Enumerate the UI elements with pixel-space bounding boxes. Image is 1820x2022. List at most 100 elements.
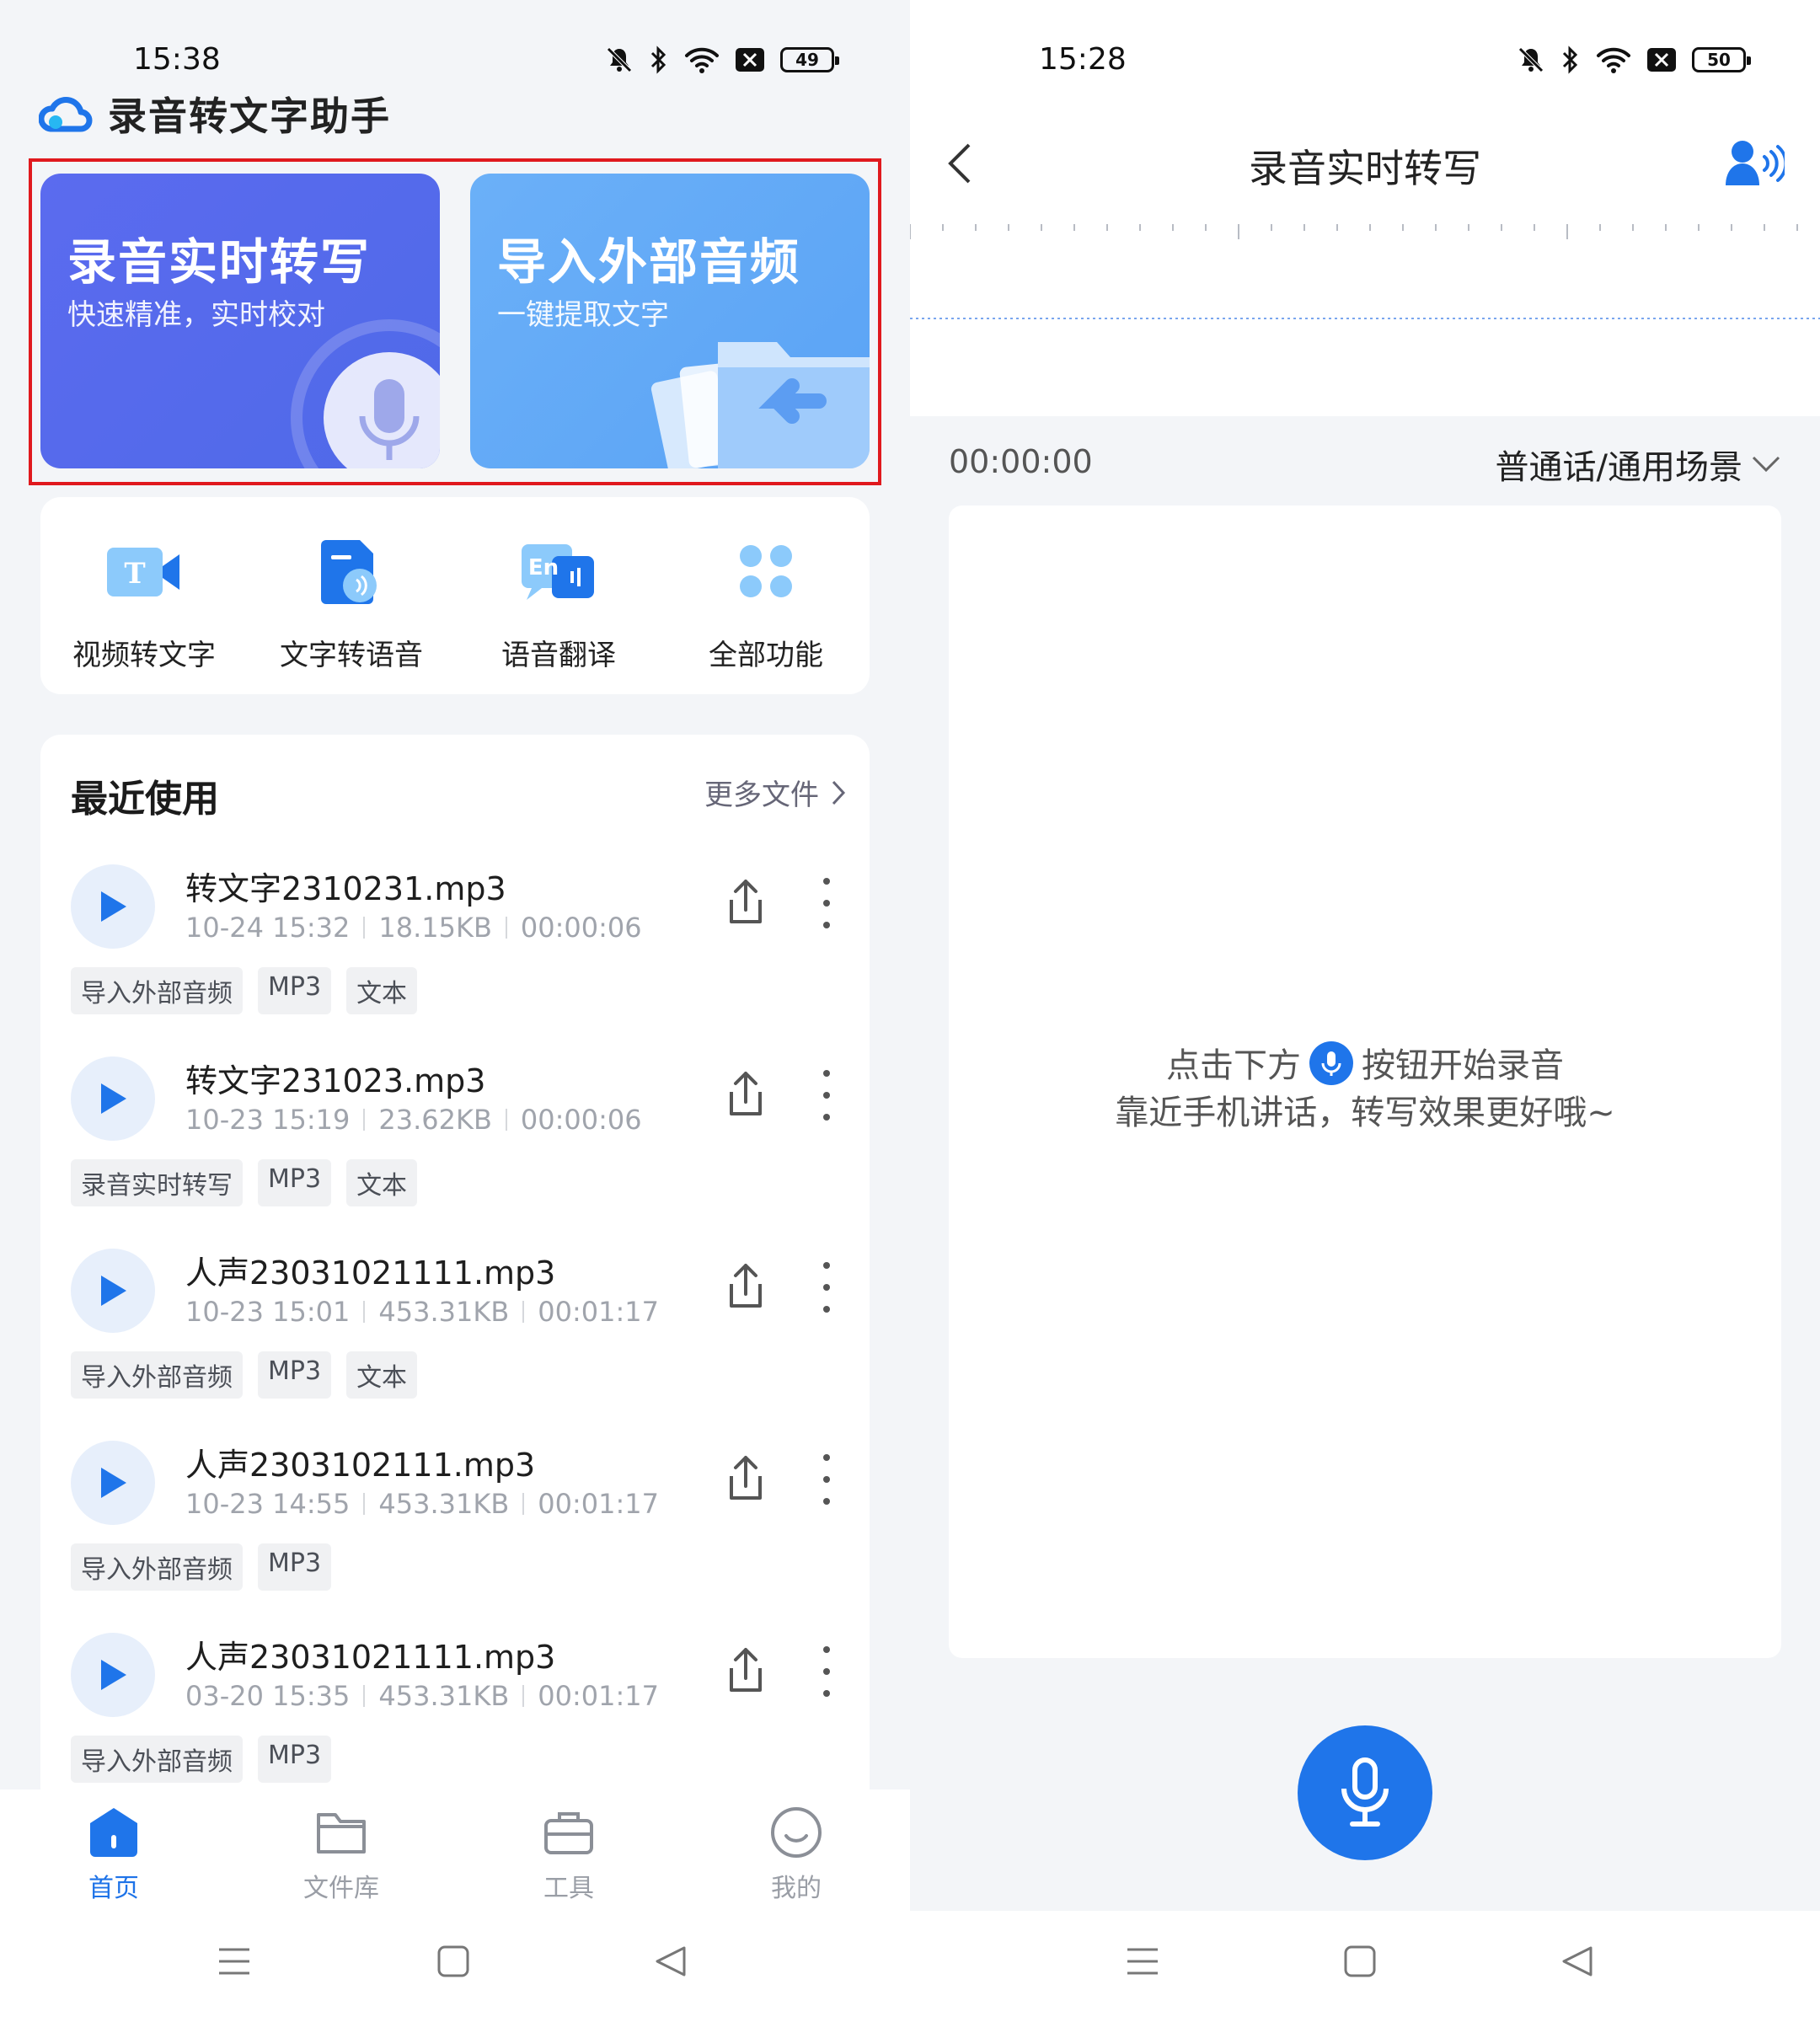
file-tag: MP3: [258, 1351, 332, 1399]
scene-selector[interactable]: 普通话/通用场景: [1496, 440, 1781, 489]
status-bar: 15:38 49: [0, 37, 910, 88]
more-options-icon[interactable]: [822, 1262, 831, 1313]
video-to-text-icon: T: [107, 548, 179, 596]
file-tag: 文本: [346, 967, 418, 1014]
file-tag: 导入外部音频: [71, 967, 243, 1014]
tab-label: 文件库: [303, 1874, 379, 1903]
tab-home[interactable]: 首页: [0, 1789, 228, 1911]
quick-label: 视频转文字: [72, 639, 216, 672]
bluetooth-icon: [1562, 45, 1578, 74]
more-options-icon[interactable]: [822, 1646, 831, 1697]
app-logo-icon: [39, 97, 93, 132]
tab-tools[interactable]: 工具: [455, 1789, 682, 1911]
file-row[interactable]: 转文字2310231.mp3 10-24 15:32 18.15KB 00:00…: [40, 842, 870, 1035]
app-title: 录音转文字助手: [108, 94, 391, 139]
file-size: 453.31KB: [378, 1488, 510, 1520]
more-options-icon[interactable]: [822, 878, 831, 928]
more-files-link[interactable]: 更多文件: [704, 772, 846, 813]
quick-label: 全部功能: [709, 639, 823, 672]
home-nav-icon[interactable]: [436, 1944, 470, 1978]
all-functions-icon: [740, 545, 792, 597]
voice-translate-icon: En: [522, 544, 594, 600]
file-tags: 导入外部音频 MP3: [71, 1543, 332, 1591]
share-icon[interactable]: [723, 1068, 768, 1119]
share-icon[interactable]: [723, 1452, 768, 1503]
home-icon: [90, 1808, 137, 1857]
back-nav-icon[interactable]: [654, 1944, 688, 1978]
sim-off-icon: [736, 48, 764, 72]
quick-video-to-text[interactable]: T 视频转文字: [40, 497, 248, 694]
file-meta: 10-23 15:01 453.31KB 00:01:17: [185, 1296, 659, 1328]
svg-text:T: T: [124, 557, 145, 591]
microphone-icon: [291, 319, 440, 468]
battery-indicator: 50: [1692, 47, 1751, 72]
realtime-transcribe-card[interactable]: 录音实时转写 快速精准，实时校对: [40, 174, 440, 468]
file-row[interactable]: 人声23031021111.mp3 03-20 15:35 453.31KB 0…: [40, 1611, 870, 1796]
file-meta: 03-20 15:35 453.31KB 00:01:17: [185, 1680, 659, 1712]
recent-files-panel: 最近使用 更多文件 转文字2310231.mp3 10-24 15:32 18.…: [40, 735, 870, 1796]
share-icon[interactable]: [723, 876, 768, 927]
share-icon[interactable]: [723, 1645, 768, 1695]
play-button[interactable]: [71, 864, 155, 949]
import-audio-card[interactable]: 导入外部音频 一键提取文字: [470, 174, 870, 468]
transcript-area: 点击下方 按钮开始录音 靠近手机讲话，转写效果更好哦~: [949, 506, 1781, 1658]
status-icons: 49: [605, 45, 839, 74]
file-tag: 文本: [346, 1351, 418, 1399]
more-files-label: 更多文件: [704, 778, 819, 812]
system-nav-bar: [910, 1911, 1820, 2022]
quick-actions: T 视频转文字 文字转语音 En 语音翻译 全部功能: [40, 497, 870, 694]
menu-nav-icon[interactable]: [1126, 1944, 1159, 1978]
quick-text-to-speech[interactable]: 文字转语音: [248, 497, 455, 694]
file-row[interactable]: 人声23031021111.mp3 10-23 15:01 453.31KB 0…: [40, 1227, 870, 1419]
file-name: 人声23031021111.mp3: [185, 1639, 556, 1676]
file-tags: 导入外部音频 MP3: [71, 1736, 332, 1783]
more-options-icon[interactable]: [822, 1454, 831, 1505]
hero-title: 导入外部音频: [497, 233, 801, 291]
start-hint: 点击下方 按钮开始录音 靠近手机讲话，转写效果更好哦~: [949, 1041, 1781, 1137]
tab-mine[interactable]: 我的: [682, 1789, 910, 1911]
chevron-right-icon: [832, 780, 846, 805]
text-to-speech-icon: [321, 540, 377, 604]
quick-all-functions[interactable]: 全部功能: [662, 497, 870, 694]
file-tag: 导入外部音频: [71, 1351, 243, 1399]
play-button[interactable]: [71, 1441, 155, 1525]
file-meta: 10-24 15:32 18.15KB 00:00:06: [185, 912, 642, 944]
file-name: 人声23031021111.mp3: [185, 1254, 556, 1292]
record-button[interactable]: [1298, 1725, 1432, 1860]
more-options-icon[interactable]: [822, 1070, 831, 1121]
file-name: 转文字2310231.mp3: [185, 870, 506, 907]
tab-label: 我的: [771, 1874, 822, 1903]
file-tag: MP3: [258, 967, 332, 1014]
file-tag: 导入外部音频: [71, 1736, 243, 1783]
status-icons: 50: [1517, 45, 1751, 74]
tab-label: 首页: [88, 1874, 139, 1903]
file-size: 453.31KB: [378, 1680, 510, 1712]
file-tag: MP3: [258, 1543, 332, 1591]
file-row[interactable]: 转文字231023.mp3 10-23 15:19 23.62KB 00:00:…: [40, 1035, 870, 1227]
sim-off-icon: [1647, 48, 1676, 72]
profile-icon: [771, 1807, 822, 1858]
home-screen: 15:38 49 录音转文字助手 录音实时转写 快速精准，实时校对 导入外部音频…: [0, 0, 910, 2022]
home-nav-icon[interactable]: [1343, 1944, 1377, 1978]
play-button[interactable]: [71, 1249, 155, 1333]
menu-nav-icon[interactable]: [217, 1944, 251, 1978]
quick-voice-translate[interactable]: En 语音翻译: [455, 497, 662, 694]
file-size: 18.15KB: [378, 912, 492, 944]
mute-bell-icon: [1518, 47, 1544, 72]
file-tags: 录音实时转写 MP3 文本: [71, 1159, 418, 1206]
file-row[interactable]: 人声2303102111.mp3 10-23 14:55 453.31KB 00…: [40, 1419, 870, 1611]
share-icon[interactable]: [723, 1260, 768, 1311]
file-tag: 导入外部音频: [71, 1543, 243, 1591]
file-date: 10-24 15:32: [185, 912, 351, 944]
file-date: 10-23 15:19: [185, 1104, 351, 1136]
tab-file-library[interactable]: 文件库: [228, 1789, 455, 1911]
status-time: 15:38: [133, 42, 221, 77]
bottom-tab-bar: 首页 文件库 工具 我的: [0, 1789, 910, 1911]
back-nav-icon[interactable]: [1560, 1944, 1594, 1978]
speaker-identify-icon[interactable]: [1726, 138, 1785, 187]
play-button[interactable]: [71, 1633, 155, 1717]
file-meta: 10-23 14:55 453.31KB 00:01:17: [185, 1488, 659, 1520]
wifi-icon: [1597, 47, 1630, 73]
play-button[interactable]: [71, 1056, 155, 1141]
file-duration: 00:01:17: [538, 1296, 659, 1328]
